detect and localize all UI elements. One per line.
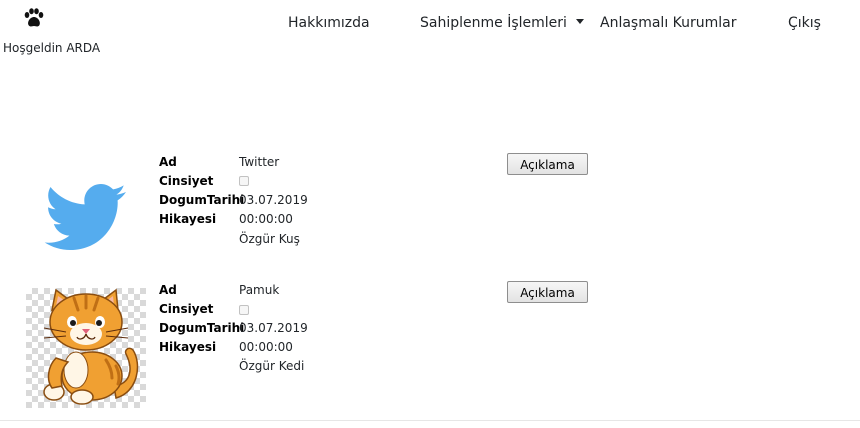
cat-icon	[43, 288, 139, 405]
birth-date-value: 03.07.2019	[239, 321, 308, 335]
nav-adoption-dropdown[interactable]: Sahiplenme İşlemleri	[420, 15, 584, 31]
chevron-down-icon	[575, 19, 584, 24]
nav-about-link[interactable]: Hakkımızda	[288, 15, 370, 31]
gender-label: Cinsiyet	[159, 302, 214, 316]
nav-adoption-label: Sahiplenme İşlemleri	[420, 15, 567, 31]
gender-checkbox[interactable]	[239, 176, 249, 186]
twitter-bird-icon	[44, 184, 127, 250]
cat-image	[26, 288, 146, 408]
animal-name: Twitter	[239, 155, 280, 169]
gender-label: Cinsiyet	[159, 174, 214, 188]
welcome-text: Hoşgeldin ARDA	[3, 41, 101, 55]
nav-logout-link[interactable]: Çıkış	[788, 15, 821, 31]
birth-time-value: 00:00:00	[239, 340, 293, 354]
name-label: Ad	[159, 283, 177, 297]
story-value: Özgür Kedi	[239, 359, 305, 373]
story-label: Hikayesi	[159, 340, 217, 354]
paw-icon[interactable]	[23, 8, 45, 28]
birth-time-value: 00:00:00	[239, 212, 293, 226]
gender-checkbox[interactable]	[239, 305, 249, 315]
birth-date-value: 03.07.2019	[239, 193, 308, 207]
story-value: Özgür Kuş	[239, 232, 300, 246]
name-label: Ad	[159, 155, 177, 169]
divider	[0, 420, 860, 421]
birth-date-label: DogumTarihi	[159, 193, 245, 207]
description-button[interactable]: Açıklama	[507, 281, 588, 303]
animal-name: Pamuk	[239, 283, 280, 297]
story-label: Hikayesi	[159, 212, 217, 226]
description-button[interactable]: Açıklama	[507, 153, 588, 175]
nav-partners-link[interactable]: Anlaşmalı Kurumlar	[600, 15, 737, 31]
birth-date-label: DogumTarihi	[159, 321, 245, 335]
